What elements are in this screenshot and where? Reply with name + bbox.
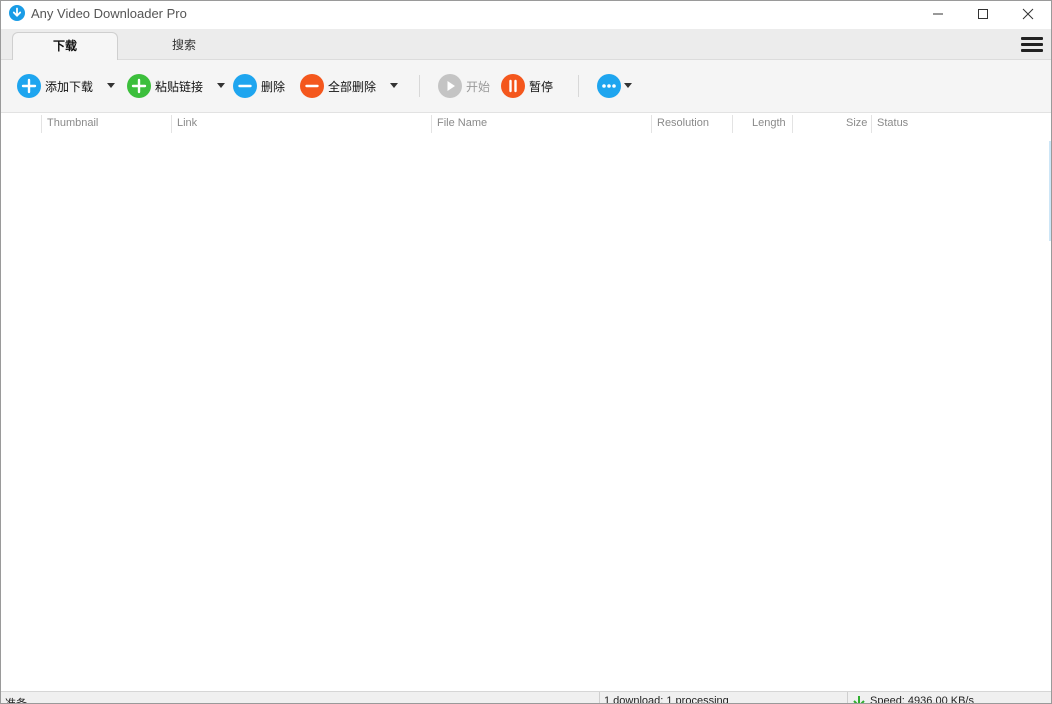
tab-download[interactable]: 下载 bbox=[12, 32, 118, 60]
column-divider bbox=[732, 115, 733, 133]
more-circle-icon bbox=[597, 74, 621, 98]
plus-circle-icon bbox=[127, 74, 151, 98]
app-window: Any Video Downloader Pro 下载 搜索 添加下载 粘贴链接… bbox=[0, 0, 1052, 704]
pause-label: 暂停 bbox=[529, 79, 554, 94]
add-download-dropdown-icon[interactable] bbox=[107, 83, 115, 88]
download-speed-text: Speed: 4936.00 KB/s bbox=[870, 695, 974, 704]
delete-all-label: 全部删除 bbox=[328, 79, 377, 94]
window-title: Any Video Downloader Pro bbox=[31, 6, 187, 21]
delete-button[interactable]: 删除 bbox=[233, 73, 285, 99]
minimize-button[interactable] bbox=[915, 1, 961, 27]
status-divider bbox=[847, 692, 848, 703]
pause-circle-icon bbox=[501, 74, 525, 98]
tab-strip: 下载 搜索 bbox=[1, 29, 1051, 60]
plus-circle-icon bbox=[17, 74, 41, 98]
paste-link-button[interactable]: 粘贴链接 bbox=[127, 73, 203, 99]
column-file-name[interactable]: File Name bbox=[437, 117, 487, 129]
maximize-button[interactable] bbox=[960, 1, 1006, 27]
add-download-button[interactable]: 添加下载 bbox=[17, 73, 93, 99]
start-button[interactable]: 开始 bbox=[438, 73, 490, 99]
download-list[interactable] bbox=[1, 135, 1051, 691]
close-icon bbox=[1022, 8, 1034, 20]
column-size[interactable]: Size bbox=[846, 117, 867, 129]
maximize-icon bbox=[978, 9, 988, 19]
column-divider bbox=[431, 115, 432, 133]
toolbar: 添加下载 粘贴链接 删除 全部删除 开始 暂停 bbox=[1, 60, 1051, 113]
play-circle-icon bbox=[438, 74, 462, 98]
delete-all-dropdown-icon[interactable] bbox=[390, 83, 398, 88]
column-divider bbox=[171, 115, 172, 133]
column-divider bbox=[41, 115, 42, 133]
scrollbar-track[interactable] bbox=[1049, 141, 1051, 241]
toolbar-divider bbox=[419, 75, 420, 97]
close-button[interactable] bbox=[1005, 1, 1051, 27]
pause-button[interactable]: 暂停 bbox=[501, 73, 553, 99]
column-thumbnail[interactable]: Thumbnail bbox=[47, 117, 98, 129]
minimize-icon bbox=[933, 13, 943, 15]
title-bar: Any Video Downloader Pro bbox=[1, 1, 1051, 27]
column-link[interactable]: Link bbox=[177, 117, 197, 129]
status-text: 准备 bbox=[5, 698, 27, 704]
download-count-text: 1 download; 1 processing bbox=[604, 695, 729, 704]
more-options-dropdown-icon[interactable] bbox=[624, 83, 632, 88]
add-download-label: 添加下载 bbox=[45, 79, 94, 94]
paste-link-dropdown-icon[interactable] bbox=[217, 83, 225, 88]
column-length[interactable]: Length bbox=[752, 117, 786, 129]
tab-search[interactable]: 搜索 bbox=[132, 32, 236, 59]
column-divider bbox=[871, 115, 872, 133]
start-label: 开始 bbox=[466, 79, 491, 94]
hamburger-menu-icon[interactable] bbox=[1021, 37, 1043, 53]
toolbar-divider bbox=[578, 75, 579, 97]
download-speed-icon bbox=[853, 695, 865, 703]
delete-label: 删除 bbox=[261, 79, 286, 94]
paste-link-label: 粘贴链接 bbox=[155, 79, 204, 94]
status-bar: 准备 1 download; 1 processing Speed: 4936.… bbox=[1, 691, 1051, 704]
status-divider bbox=[599, 692, 600, 703]
column-status[interactable]: Status bbox=[877, 117, 908, 129]
minus-circle-icon bbox=[300, 74, 324, 98]
app-logo-icon bbox=[9, 5, 25, 21]
more-options-button[interactable] bbox=[597, 73, 621, 99]
download-list-header: Thumbnail Link File Name Resolution Leng… bbox=[1, 113, 1051, 135]
delete-all-button[interactable]: 全部删除 bbox=[300, 73, 376, 99]
minus-circle-icon bbox=[233, 74, 257, 98]
column-divider bbox=[651, 115, 652, 133]
column-divider bbox=[792, 115, 793, 133]
column-resolution[interactable]: Resolution bbox=[657, 117, 709, 129]
